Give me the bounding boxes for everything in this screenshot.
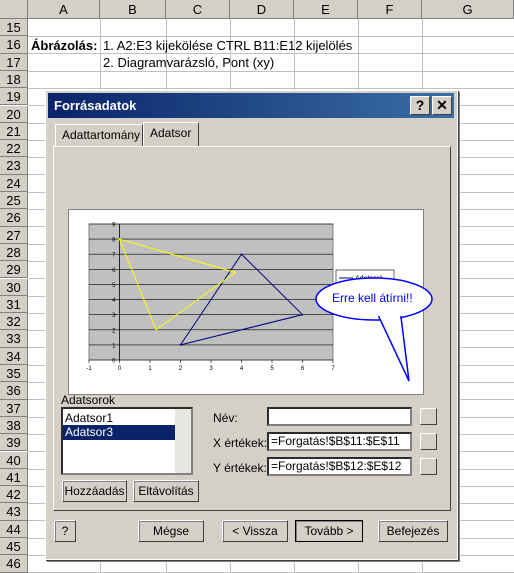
row-header[interactable]: 37 [0, 399, 28, 417]
back-button[interactable]: < Vissza [222, 520, 288, 542]
name-field[interactable] [267, 407, 412, 426]
add-series-button[interactable]: Hozzáadás [62, 480, 127, 502]
row-header[interactable]: 34 [0, 347, 28, 365]
cell-a16[interactable]: Ábrázolás: [31, 38, 97, 53]
data-point [155, 328, 157, 331]
x-values-label: X értékek: [213, 436, 268, 450]
row-header[interactable]: 44 [0, 520, 28, 538]
column-header-a[interactable]: A [28, 0, 100, 19]
row-header[interactable]: 15 [0, 19, 28, 37]
column-header-b[interactable]: B [100, 0, 166, 19]
row-header[interactable]: 39 [0, 434, 28, 452]
row-header[interactable]: 17 [0, 53, 28, 71]
source-data-dialog: Forrásadatok ? ✕ Adattartomány Adatsor 0… [45, 90, 458, 560]
y-values-label: Y értékek: [213, 461, 267, 475]
row-header[interactable]: 46 [0, 555, 28, 573]
row-header[interactable]: 29 [0, 261, 28, 279]
plot-area [88, 223, 334, 361]
cell-b17[interactable]: 2. Diagramvarázsló, Pont (xy) [103, 55, 274, 70]
row-header[interactable]: 30 [0, 278, 28, 296]
data-point [301, 313, 304, 316]
row-header[interactable]: 45 [0, 538, 28, 556]
row-header[interactable]: 40 [0, 451, 28, 469]
data-point [179, 344, 182, 346]
row-header[interactable]: 22 [0, 140, 28, 158]
listbox-scrollbar[interactable] [175, 409, 191, 473]
row-header[interactable]: 42 [0, 486, 28, 504]
row-header[interactable]: 25 [0, 192, 28, 210]
cell-b16[interactable]: 1. A2:E3 kijekölése CTRL B11:E12 kijelöl… [103, 38, 352, 53]
row-header[interactable]: 23 [0, 157, 28, 175]
office-assistant-icon[interactable]: ? [54, 520, 76, 542]
column-header-e[interactable]: E [294, 0, 358, 19]
gridline [28, 70, 514, 72]
remove-series-button[interactable]: Eltávolítás [133, 480, 199, 502]
row-header[interactable]: 27 [0, 226, 28, 244]
column-header-g[interactable]: G [422, 0, 514, 19]
x-tick-label: 0 [118, 366, 122, 372]
row-header[interactable]: 18 [0, 70, 28, 89]
row-header[interactable]: 20 [0, 105, 28, 123]
column-header-f[interactable]: F [358, 0, 422, 19]
range-picker-icon[interactable] [420, 433, 437, 450]
tab-data-range[interactable]: Adattartomány [55, 124, 143, 146]
row-header[interactable]: 36 [0, 382, 28, 400]
cancel-button[interactable]: Mégse [138, 520, 204, 542]
row-header[interactable]: 41 [0, 468, 28, 487]
x-tick-label: 5 [270, 366, 274, 372]
row-header[interactable]: 28 [0, 243, 28, 262]
column-header-c[interactable]: C [166, 0, 230, 19]
row-header[interactable]: 31 [0, 295, 28, 314]
x-tick-label: -1 [86, 366, 92, 372]
gridline [28, 87, 514, 89]
select-all-corner[interactable] [0, 0, 28, 19]
series-listbox[interactable]: Adatsor1 Adatsor3 [61, 407, 193, 475]
row-header[interactable]: 33 [0, 330, 28, 348]
y-values-field[interactable]: =Forgatás!$B$12:$E$12 [267, 457, 412, 476]
dialog-title: Forrásadatok [54, 98, 137, 113]
callout: Erre kell átírni!! [314, 277, 434, 382]
column-header-d[interactable]: D [230, 0, 294, 19]
row-header[interactable]: 35 [0, 365, 28, 383]
row-header[interactable]: 24 [0, 174, 28, 192]
row-header[interactable]: 38 [0, 416, 28, 435]
data-point [234, 271, 237, 274]
row-header[interactable]: 16 [0, 36, 28, 54]
range-picker-icon[interactable] [420, 408, 437, 425]
x-tick-label: 3 [209, 366, 213, 372]
row-header[interactable]: 32 [0, 313, 28, 331]
help-button[interactable]: ? [410, 96, 430, 115]
data-point [118, 238, 121, 240]
tab-series[interactable]: Adatsor [143, 122, 199, 147]
close-button[interactable]: ✕ [432, 96, 452, 115]
x-tick-label: 6 [301, 366, 305, 372]
row-header[interactable]: 26 [0, 209, 28, 227]
gridline [28, 36, 514, 37]
x-tick-label: 1 [148, 366, 152, 372]
data-point [240, 253, 243, 256]
series-item[interactable]: Adatsor1 [65, 411, 113, 425]
row-header[interactable]: 43 [0, 503, 28, 521]
series-item-selected[interactable]: Adatsor3 [63, 425, 177, 440]
x-tick-label: 4 [240, 366, 244, 372]
x-values-field[interactable]: =Forgatás!$B$11:$E$11 [267, 432, 412, 451]
series-group-label: Adatsorok [61, 393, 116, 407]
x-tick-label: 2 [179, 366, 183, 372]
dialog-titlebar[interactable]: Forrásadatok ? ✕ [48, 93, 454, 118]
callout-text: Erre kell átírni!! [332, 291, 413, 305]
next-button[interactable]: Tovább > [295, 520, 363, 542]
tab-panel: 0123456789-101234567Adatsor1Adatsor3 Err… [53, 146, 451, 511]
range-picker-icon[interactable] [420, 458, 437, 475]
name-label: Név: [213, 411, 238, 425]
row-header[interactable]: 19 [0, 88, 28, 106]
finish-button[interactable]: Befejezés [378, 520, 448, 542]
row-header[interactable]: 21 [0, 122, 28, 141]
